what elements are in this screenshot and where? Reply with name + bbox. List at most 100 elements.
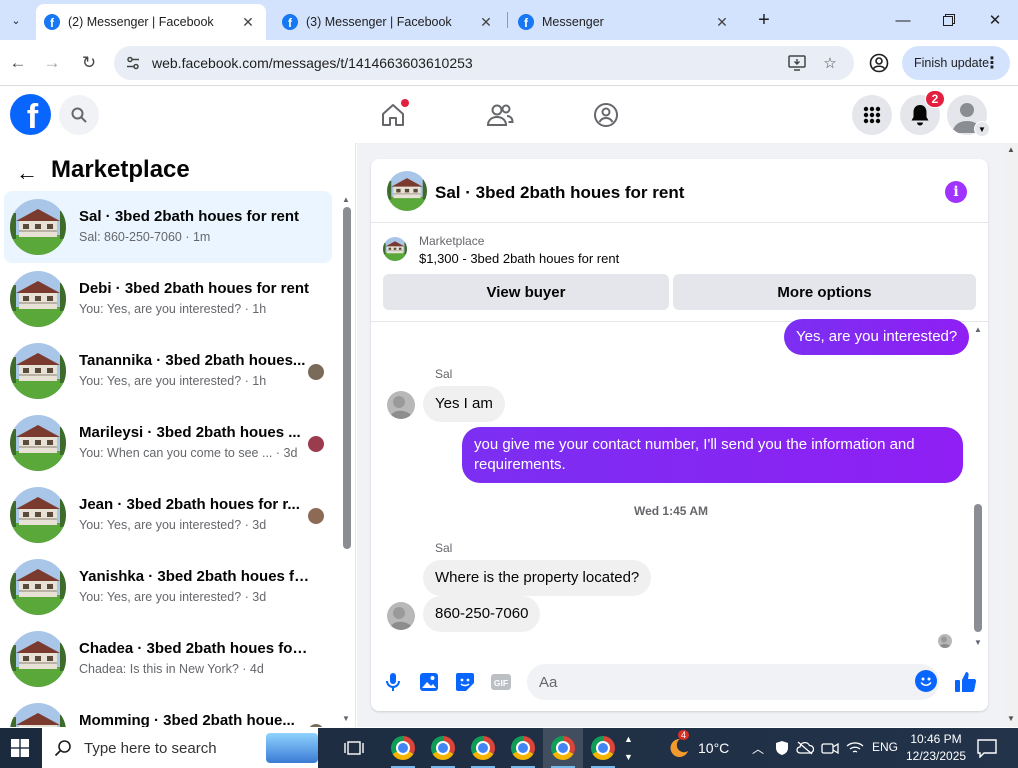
message-outgoing[interactable]: you give me your contact number, I'll se… [462, 427, 963, 483]
minimize-button[interactable]: — [880, 6, 926, 34]
tab-close-icon[interactable]: ✕ [238, 12, 258, 32]
scrollbar-thumb[interactable] [974, 504, 982, 632]
thumbs-up-icon[interactable] [953, 669, 979, 695]
language-indicator[interactable]: ENG [872, 740, 898, 754]
message-outgoing[interactable]: Yes, are you interested? [784, 319, 970, 355]
chrome-taskbar-icon[interactable] [583, 728, 623, 768]
tab-close-icon[interactable]: ✕ [476, 12, 496, 32]
scroll-down-arrow-icon[interactable]: ▼ [974, 638, 982, 647]
scroll-down-arrow-icon[interactable]: ▼ [1007, 714, 1015, 723]
chrome-taskbar-icon[interactable] [383, 728, 423, 768]
page-scrollbar[interactable] [1006, 143, 1018, 727]
close-window-button[interactable]: ✕ [972, 6, 1018, 34]
scrollbar-thumb[interactable] [343, 207, 351, 549]
view-buyer-button[interactable]: View buyer [383, 274, 669, 310]
scroll-up-arrow-icon[interactable]: ▲ [1007, 145, 1015, 154]
wifi-icon[interactable] [845, 738, 865, 758]
sticker-icon[interactable] [453, 670, 477, 694]
url-text[interactable]: web.facebook.com/messages/t/141466360361… [152, 55, 473, 71]
tab-search-dropdown[interactable]: ⌄ [4, 8, 28, 32]
tab-close-icon[interactable]: ✕ [712, 12, 732, 32]
site-info-icon[interactable] [122, 52, 144, 74]
reload-button[interactable]: ↻ [75, 49, 103, 77]
conversation-row[interactable]: Chadea · 3bed 2bath houes for r... Chadea… [4, 623, 332, 695]
listing-label: Marketplace [419, 234, 485, 248]
sender-avatar[interactable] [387, 602, 415, 630]
chevron-down-icon[interactable]: ▼ [974, 121, 990, 137]
browser-menu-icon[interactable]: ⋮ [984, 53, 1000, 73]
menu-button[interactable] [852, 95, 892, 135]
install-app-icon[interactable] [786, 52, 808, 74]
more-options-button[interactable]: More options [673, 274, 976, 310]
new-tab-button[interactable]: + [752, 8, 776, 32]
listing-thumbnail [10, 631, 66, 687]
conversation-row[interactable]: Jean · 3bed 2bath houes for r... You: Yes… [4, 479, 332, 551]
conversation-row[interactable]: Sal · 3bed 2bath houes for rent Sal: 860-… [4, 191, 332, 263]
message-incoming[interactable]: Where is the property located? [423, 560, 652, 596]
bookmark-star-icon[interactable]: ☆ [819, 52, 841, 74]
conversation-row[interactable]: Marileysi · 3bed 2bath houes ... You: Whe… [4, 407, 332, 479]
listing-thumbnail[interactable] [383, 237, 407, 261]
onedrive-cloud-icon[interactable] [795, 738, 815, 758]
groups-nav-button[interactable] [590, 99, 622, 131]
home-notification-dot [401, 99, 409, 107]
chrome-taskbar-icon[interactable] [463, 728, 503, 768]
conversation-row[interactable]: Yanishka · 3bed 2bath houes for... You: Y… [4, 551, 332, 623]
back-button[interactable]: ← [4, 49, 32, 77]
gray-avatar-icon [387, 391, 415, 419]
chrome-taskbar-icon[interactable] [423, 728, 463, 768]
system-clock[interactable]: 10:46 PM 12/23/2025 [906, 731, 966, 765]
photo-icon[interactable] [417, 670, 441, 694]
tab-messenger-1[interactable]: f (2) Messenger | Facebook ✕ [36, 4, 266, 40]
sender-avatar[interactable] [387, 391, 415, 419]
tab-messenger-3[interactable]: f Messenger ✕ [510, 4, 740, 40]
meet-now-camera-icon[interactable] [820, 738, 840, 758]
bell-icon [911, 105, 929, 126]
search-highlight-icon[interactable] [266, 733, 318, 763]
scroll-up-arrow-icon[interactable]: ▲ [342, 195, 350, 204]
back-arrow-icon[interactable]: ← [14, 160, 40, 186]
message-incoming[interactable]: 860-250-7060 [423, 596, 541, 632]
scroll-down-arrow-icon[interactable]: ▼ [342, 714, 350, 723]
conversation-row[interactable]: Tanannika · 3bed 2bath houes... You: Yes,… [4, 335, 332, 407]
notification-center-icon[interactable] [976, 738, 998, 759]
gif-icon[interactable]: GIF [489, 670, 513, 694]
microphone-icon[interactable] [381, 670, 405, 694]
forward-button[interactable]: → [38, 49, 66, 77]
house-photo-icon [10, 703, 66, 727]
emoji-icon[interactable] [915, 670, 937, 692]
finish-update-button[interactable]: Finish update ⋮ [902, 46, 1010, 80]
message-input[interactable]: Aa [527, 664, 939, 700]
conversation-row[interactable]: Debi · 3bed 2bath houes for rent You: Yes… [4, 263, 332, 335]
friends-nav-button[interactable] [484, 99, 516, 131]
listing-thumbnail [10, 703, 66, 727]
listing-price-title[interactable]: $1,300 - 3bed 2bath houes for rent [419, 251, 619, 266]
finish-update-label: Finish update [914, 56, 990, 70]
search-button[interactable] [59, 95, 99, 135]
temperature: 10°C [698, 740, 730, 756]
security-shield-icon[interactable] [772, 738, 792, 758]
chat-listing-thumbnail[interactable] [387, 171, 427, 211]
message-incoming[interactable]: Yes I am [423, 386, 505, 422]
scroll-up-arrow-icon[interactable]: ▲ [974, 325, 982, 334]
facebook-favicon-icon: f [282, 14, 298, 30]
conversation-row[interactable]: Momming · 3bed 2bath houe... [4, 695, 332, 727]
windows-start-button[interactable] [0, 728, 40, 768]
taskbar-scroll-arrows-icon[interactable]: ▲ ▼ [624, 730, 633, 766]
chat-window: Sal · 3bed 2bath houes for rent i Market… [371, 159, 988, 711]
info-icon[interactable]: i [945, 181, 967, 203]
clock-date: 12/23/2025 [906, 749, 967, 763]
show-hidden-icons-chevron-icon[interactable]: ︿ [748, 738, 768, 758]
facebook-logo-icon[interactable]: f [10, 94, 51, 135]
tab-messenger-2[interactable]: f (3) Messenger | Facebook ✕ [274, 4, 504, 40]
browser-toolbar: ← → ↻ web.facebook.com/messages/t/141466… [0, 40, 1018, 86]
address-bar[interactable]: web.facebook.com/messages/t/141466360361… [114, 46, 854, 80]
chrome-taskbar-icon[interactable] [543, 728, 583, 768]
weather-widget[interactable]: 4 10°C [664, 730, 730, 760]
task-view-icon[interactable] [340, 736, 368, 760]
profile-icon[interactable] [866, 50, 892, 76]
listing-thumbnail [10, 487, 66, 543]
chrome-taskbar-icon[interactable] [503, 728, 543, 768]
chat-title[interactable]: Sal · 3bed 2bath houes for rent [435, 183, 684, 203]
restore-button[interactable] [926, 6, 972, 34]
